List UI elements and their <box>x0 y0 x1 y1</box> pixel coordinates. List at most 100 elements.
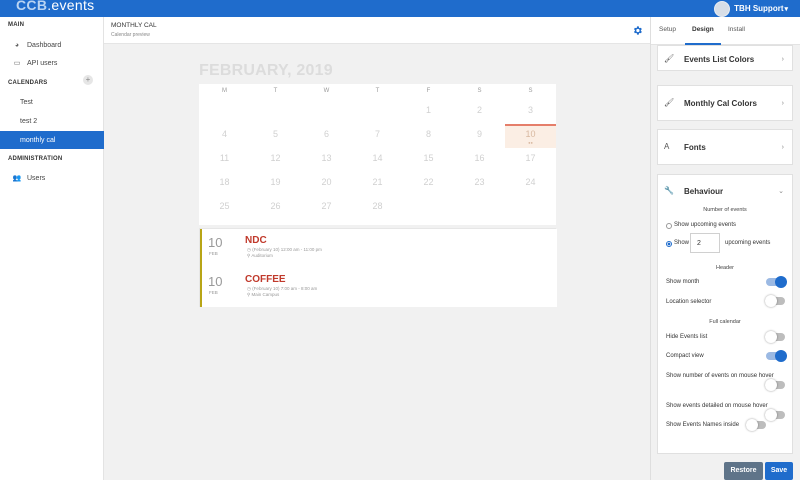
calendar-day[interactable]: 24 <box>505 172 556 196</box>
preview-header: MONTHLY CAL Calendar preview <box>104 17 650 44</box>
event-month: FEB <box>209 290 218 295</box>
restore-button[interactable]: Restore <box>724 462 763 480</box>
tab-design[interactable]: Design <box>692 26 714 33</box>
calendar-day[interactable]: 7 <box>352 124 403 148</box>
section-title-administration: ADMINISTRATION <box>8 156 63 162</box>
calendar-day[interactable]: 12 <box>250 148 301 172</box>
calendar-day-number: 1 <box>425 105 431 115</box>
card-title: Events List Colors <box>684 55 755 64</box>
weekday-header: T <box>375 88 380 94</box>
calendar-day[interactable]: 17 <box>505 148 556 172</box>
calendar-day-number: 13 <box>321 153 332 163</box>
sidebar-item-calendar-test-2[interactable]: test 2 <box>0 112 104 130</box>
dashboard-icon: ◕ <box>14 41 20 49</box>
calendar-day[interactable]: 21 <box>352 172 403 196</box>
calendar-day[interactable]: 16 <box>454 148 505 172</box>
radio-show-count[interactable] <box>666 241 672 247</box>
add-calendar-button[interactable]: + <box>83 75 93 85</box>
sidebar-item-dashboard[interactable]: ◕ Dashboard <box>0 36 104 54</box>
event-item[interactable]: 10 FEB NDC ◷ (February 10) 12:00 am - 11… <box>200 229 557 268</box>
toggle-hide-events-list[interactable] <box>765 331 785 343</box>
label-show-upcoming: Show upcoming events <box>674 222 737 228</box>
sidebar-item-label: Dashboard <box>27 41 62 49</box>
calendar-day[interactable]: 20 <box>301 172 352 196</box>
calendar-day[interactable]: 27 <box>301 196 352 220</box>
sidebar-item-label: test 2 <box>20 117 38 125</box>
tab-install[interactable]: Install <box>728 26 745 33</box>
sidebar-item-calendar-test[interactable]: Test <box>0 93 104 111</box>
calendar-day[interactable]: 14 <box>352 148 403 172</box>
calendar-day[interactable]: 3 <box>505 100 556 124</box>
app-logo[interactable]: CCB.events <box>16 0 94 13</box>
calendar-day[interactable]: 22 <box>403 172 454 196</box>
calendar-day[interactable]: 10 ●● <box>505 124 556 148</box>
logo-main-text: CCB <box>16 0 48 13</box>
user-menu[interactable]: TBH Support ▾ <box>714 0 788 17</box>
event-time-text: (February 10) 12:00 am - 11:00 pm <box>252 247 322 252</box>
calendar-day[interactable]: 28 <box>352 196 403 220</box>
event-day: 10 <box>208 235 223 250</box>
card-events-list-colors[interactable]: 🖌 Events List Colors › <box>657 45 793 71</box>
user-name: TBH Support <box>734 4 784 13</box>
weekday-header: W <box>323 88 330 94</box>
gear-icon[interactable] <box>632 25 643 36</box>
toggle-location-selector[interactable] <box>765 295 785 307</box>
toggle-compact-view[interactable] <box>766 350 787 362</box>
calendar-day[interactable]: 6 <box>301 124 352 148</box>
sidebar-item-api-users[interactable]: ▭ API users <box>0 54 104 72</box>
avatar <box>714 0 731 17</box>
label-location-selector: Location selector <box>666 299 712 305</box>
card-fonts[interactable]: A Fonts › <box>657 129 793 165</box>
label-compact-view: Compact view <box>666 353 704 359</box>
toggle-show-names-inside[interactable] <box>746 419 766 431</box>
sidebar-item-calendar-monthly-cal[interactable]: monthly cal <box>0 131 104 149</box>
calendar-day[interactable]: 1 <box>403 100 454 124</box>
calendar-day[interactable]: 4 <box>199 124 250 148</box>
card-title[interactable]: Behaviour <box>684 187 723 196</box>
calendar-day[interactable]: 11 <box>199 148 250 172</box>
calendar-day[interactable]: 19 <box>250 172 301 196</box>
calendar-day[interactable]: 26 <box>250 196 301 220</box>
event-item[interactable]: 10 FEB COFFEE ◷ (February 10) 7:00 am - … <box>200 268 557 307</box>
calendar-day-number: 23 <box>474 177 485 187</box>
calendar-day[interactable]: 13 <box>301 148 352 172</box>
sidebar-item-label: Users <box>27 174 46 182</box>
label-show-names-inside: Show Events Names inside <box>666 422 740 428</box>
toggle-knob <box>775 350 787 362</box>
event-day: 10 <box>208 274 223 289</box>
radio-show-upcoming[interactable] <box>666 223 672 229</box>
calendar-day[interactable]: 25 <box>199 196 250 220</box>
event-location-text: Main Campus <box>251 292 280 297</box>
calendar-day[interactable]: 5 <box>250 124 301 148</box>
chevron-right-icon: › <box>781 144 784 151</box>
chevron-down-icon[interactable]: ⌄ <box>778 187 784 195</box>
calendar-day-number: 4 <box>221 129 227 139</box>
toggle-knob <box>765 379 777 391</box>
calendar-day[interactable]: 18 <box>199 172 250 196</box>
toggle-knob <box>746 419 758 431</box>
toggle-knob <box>765 331 777 343</box>
toggle-show-number-hover[interactable] <box>765 379 785 391</box>
toggle-show-month[interactable] <box>766 276 787 288</box>
calendar-day-number: 9 <box>476 129 482 139</box>
sidebar: MAIN ◕ Dashboard ▭ API users CALENDARS + T… <box>0 17 104 480</box>
tab-setup[interactable]: Setup <box>659 26 676 33</box>
upcoming-count-input[interactable]: 2 <box>690 233 720 253</box>
sidebar-item-users[interactable]: 👥 Users <box>0 169 104 187</box>
card-monthly-cal-colors[interactable]: 🖌 Monthly Cal Colors › <box>657 85 793 121</box>
calendar-day[interactable]: 23 <box>454 172 505 196</box>
event-month: FEB <box>209 251 218 256</box>
event-name: COFFEE <box>245 274 286 285</box>
month-calendar: M T W T F S S 1 2 3 4 5 6 7 8 9 10 ●● 11 12 13 14 15 16 1… <box>199 84 556 225</box>
font-icon: A <box>664 142 670 151</box>
calendar-day[interactable]: 8 <box>403 124 454 148</box>
calendar-day-number: 10 <box>525 129 536 139</box>
calendar-day[interactable]: 9 <box>454 124 505 148</box>
save-button[interactable]: Save <box>765 462 793 480</box>
weekday-header: T <box>273 88 278 94</box>
calendar-day-number: 3 <box>527 105 533 115</box>
wrench-icon: 🔧 <box>664 186 674 195</box>
calendar-day[interactable]: 15 <box>403 148 454 172</box>
toggle-show-detailed-hover[interactable] <box>765 409 785 421</box>
calendar-day[interactable]: 2 <box>454 100 505 124</box>
